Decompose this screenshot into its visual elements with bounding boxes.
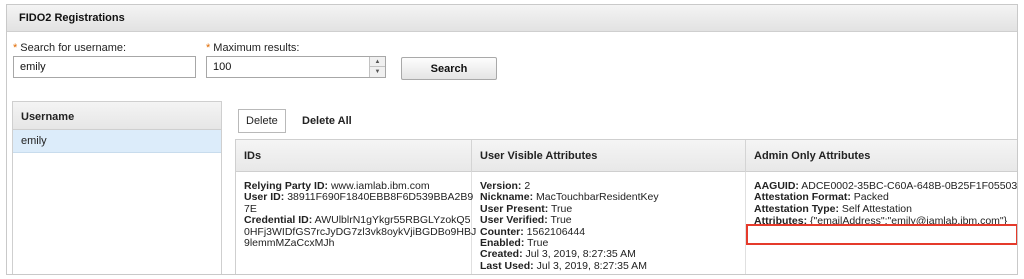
max-results-value: 100 — [213, 61, 232, 73]
spinner-buttons[interactable]: ▲ ▼ — [369, 57, 385, 77]
required-marker: * — [206, 42, 211, 54]
required-marker: * — [13, 42, 18, 54]
username-search-label: * Search for username: — [13, 42, 127, 54]
column-header-ids: IDs — [236, 140, 472, 172]
delete-all-button[interactable]: Delete All — [302, 115, 352, 127]
user-visible-cell: Version: 2 Nickname: MacTouchbarResident… — [472, 172, 746, 274]
attributes-highlight-box — [746, 224, 1017, 245]
delete-button[interactable]: Delete — [238, 109, 286, 133]
table-header: IDs User Visible Attributes Admin Only A… — [236, 140, 1017, 172]
registrations-area: Delete Delete All IDs User Visible Attri… — [229, 101, 1017, 274]
username-search-input[interactable]: emily — [13, 56, 196, 78]
registrations-table: IDs User Visible Attributes Admin Only A… — [235, 139, 1017, 274]
search-button[interactable]: Search — [401, 57, 497, 80]
admin-only-cell: AAGUID: ADCE0002-35BC-C60A-648B-0B25F1F0… — [746, 172, 1017, 274]
registration-actions: Delete Delete All — [229, 101, 1017, 139]
max-results-spinner[interactable]: 100 ▲ ▼ — [206, 56, 386, 78]
panel-title: FIDO2 Registrations — [7, 5, 1017, 32]
table-row[interactable]: Relying Party ID: www.iamlab.ibm.com Use… — [236, 172, 1017, 274]
spinner-down-icon[interactable]: ▼ — [370, 67, 385, 77]
spinner-up-icon[interactable]: ▲ — [370, 57, 385, 67]
column-header-user-visible: User Visible Attributes — [472, 140, 746, 172]
column-header-admin-only: Admin Only Attributes — [754, 150, 871, 162]
fido2-registrations-panel: FIDO2 Registrations * Search for username… — [6, 4, 1018, 275]
username-row-selected[interactable]: emily — [13, 130, 221, 153]
username-list: Username emily — [12, 101, 222, 274]
username-column-header: Username — [13, 102, 221, 130]
ids-cell: Relying Party ID: www.iamlab.ibm.com Use… — [236, 172, 476, 274]
max-results-label: * Maximum results: — [206, 42, 300, 54]
